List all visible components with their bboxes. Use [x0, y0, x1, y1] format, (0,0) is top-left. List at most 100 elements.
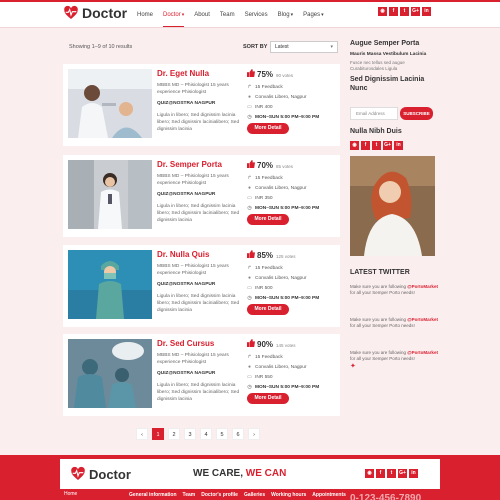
tweet-handle[interactable]: @PortoMarket	[407, 350, 438, 355]
linkedin-icon[interactable]: in	[394, 141, 403, 150]
rating: 90% 145 votes	[247, 339, 296, 349]
tweet-text: Make sure you are following	[350, 350, 407, 355]
doctor-clinic: QUIZ@NOSTRA NAGPUR	[157, 371, 216, 376]
newsletter-title: Sed Dignissim Lacinia Nunc	[350, 76, 425, 92]
footer-link[interactable]: General information	[129, 492, 177, 498]
subscribe-button[interactable]: SUBSCRIBE	[400, 107, 433, 120]
page-button[interactable]: 6	[232, 428, 244, 440]
footer-link[interactable]: Galleries	[244, 492, 265, 498]
twitter-icon[interactable]: t	[387, 469, 396, 478]
doctor-bio: Ligula in libero; Sed dignissim lacinia …	[157, 204, 240, 223]
tweet-text: Make sure you are following	[350, 284, 407, 289]
doctor-name[interactable]: Dr. Eget Nulla	[157, 69, 209, 78]
fee-text: INR 500	[255, 285, 273, 291]
sidebar-title: Augue Semper Porta	[350, 40, 420, 47]
more-detail-button[interactable]: More Detail	[247, 214, 289, 225]
tweet: Make sure you are following @PortoMarket…	[350, 284, 440, 296]
doctor-photo	[68, 339, 152, 408]
nav-services[interactable]: Services	[245, 12, 268, 18]
prev-page-button[interactable]: ‹	[136, 428, 148, 440]
feedback-row: ↱ 15 Feedback	[247, 354, 282, 360]
footer-banner: Doctor WE CARE, WE CAN ◉ f t G+ in	[60, 459, 440, 489]
sort-select[interactable]: Latest ▾	[270, 41, 338, 53]
rating-percent: 70%	[257, 161, 274, 170]
location-row: ● Convalis Libero, Nagpur	[247, 185, 306, 191]
sidebar-subtitle: Mauris Massa Vestibulum Lacinia	[350, 52, 427, 57]
nav-pages[interactable]: Pages▾	[303, 12, 324, 18]
twitter-icon[interactable]: t	[400, 7, 409, 16]
feedback-row: ↱ 15 Feedback	[247, 265, 282, 271]
hours-row: ◷ MON–SUN 5:00 PM–9:00 PM	[247, 384, 319, 390]
linkedin-icon[interactable]: in	[422, 7, 431, 16]
next-page-button[interactable]: ›	[248, 428, 260, 440]
doctor-description: MBBS MD – Phisiologist 15 years experien…	[157, 83, 229, 95]
nav-doctor[interactable]: Doctor▾	[163, 12, 185, 27]
doctor-photo	[68, 69, 152, 138]
tweet-handle[interactable]: @PortoMarket	[407, 284, 438, 289]
chevron-down-icon: ▾	[181, 12, 185, 18]
twitter-icon[interactable]: t	[372, 141, 381, 150]
footer-link[interactable]: Team	[183, 492, 196, 498]
page-button[interactable]: 2	[168, 428, 180, 440]
nav-label: Team	[219, 12, 235, 18]
footer-link[interactable]: Appointments	[312, 492, 346, 498]
page-button[interactable]: 3	[184, 428, 196, 440]
nav-label: Doctor	[163, 12, 181, 18]
google-plus-icon[interactable]: G+	[398, 469, 407, 478]
footer-logo[interactable]: Doctor	[70, 466, 131, 482]
facebook-icon[interactable]: f	[376, 469, 385, 478]
rss-icon[interactable]: ◉	[350, 141, 359, 150]
page-button[interactable]: 4	[200, 428, 212, 440]
fee-row: ▭ INR 350	[247, 195, 272, 201]
money-icon: ▭	[247, 195, 252, 201]
rss-icon[interactable]: ◉	[378, 7, 387, 16]
site-logo[interactable]: Doctor	[63, 5, 127, 21]
hours-text: MON–SUN 5:00 PM–9:00 PM	[255, 114, 320, 120]
heart-pulse-icon	[71, 466, 85, 480]
footer-home-link[interactable]: Home	[64, 491, 77, 497]
rating-percent: 75%	[257, 70, 274, 79]
email-field[interactable]: Email Address	[350, 107, 398, 120]
rating-percent: 85%	[257, 251, 274, 260]
nav-label: Pages	[303, 12, 321, 18]
main-nav: Home Doctor▾ About Team Services Blog▾ P…	[137, 2, 334, 28]
rss-icon[interactable]: ◉	[365, 469, 374, 478]
doctor-name[interactable]: Dr. Nulla Quis	[157, 250, 209, 259]
footer-phone: 0-123-456-7890	[350, 493, 422, 500]
more-detail-button[interactable]: More Detail	[247, 304, 289, 315]
map-pin-icon: ●	[247, 364, 252, 370]
site-footer: Doctor WE CARE, WE CAN ◉ f t G+ in Home …	[0, 455, 500, 500]
google-plus-icon[interactable]: G+	[411, 7, 420, 16]
nav-label: Home	[137, 12, 154, 18]
chevron-down-icon: ▾	[290, 12, 294, 18]
nav-about[interactable]: About	[194, 12, 210, 18]
tweet-text: for all your Semper Porto needs!	[350, 290, 415, 295]
doctor-name[interactable]: Dr. Semper Porta	[157, 160, 222, 169]
facebook-icon[interactable]: f	[361, 141, 370, 150]
nav-team[interactable]: Team	[220, 12, 235, 18]
doctor-bio: Ligula in libero; Sed dignissim lacinia …	[157, 113, 240, 132]
nav-home[interactable]: Home	[137, 12, 153, 18]
rating-votes: 90 votes	[276, 73, 294, 78]
doctor-name[interactable]: Dr. Sed Cursus	[157, 339, 214, 348]
footer-social-links: ◉ f t G+ in	[365, 469, 420, 478]
footer-link[interactable]: Doctor's profile	[201, 492, 238, 498]
clock-icon: ◷	[247, 295, 252, 301]
google-plus-icon[interactable]: G+	[383, 141, 392, 150]
tweet-handle[interactable]: @PortoMarket	[407, 317, 438, 322]
header-social-links: ◉ f t G+ in	[378, 7, 433, 16]
doctor-card: Dr. Semper Porta MBBS MD – Phisiologist …	[63, 155, 340, 237]
more-detail-button[interactable]: More Detail	[247, 393, 289, 404]
more-detail-button[interactable]: More Detail	[247, 123, 289, 134]
footer-link[interactable]: Working hours	[271, 492, 306, 498]
hours-row: ◷ MON–SUN 5:00 PM–9:00 PM	[247, 205, 319, 211]
page-button[interactable]: 1	[152, 428, 164, 440]
linkedin-icon[interactable]: in	[409, 469, 418, 478]
page-button[interactable]: 5	[216, 428, 228, 440]
footer-slogan: WE CARE, WE CAN	[193, 468, 286, 479]
fee-text: INR 400	[255, 104, 273, 110]
doctor-bio: Ligula in libero; Sed dignissim lacinia …	[157, 294, 240, 313]
nav-blog[interactable]: Blog▾	[278, 12, 294, 18]
thumbs-up-icon	[247, 250, 255, 258]
facebook-icon[interactable]: f	[389, 7, 398, 16]
